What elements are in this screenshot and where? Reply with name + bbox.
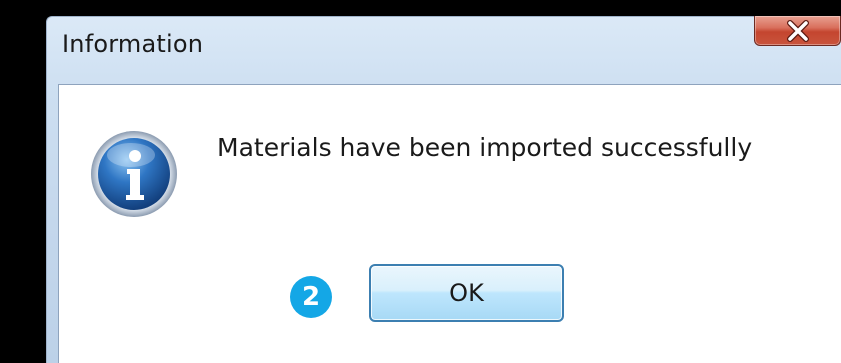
info-icon xyxy=(91,131,177,217)
ok-button[interactable]: OK xyxy=(369,264,564,322)
close-button[interactable] xyxy=(754,16,841,46)
window-title: Information xyxy=(62,30,204,58)
step-badge: 2 xyxy=(290,276,332,318)
close-icon xyxy=(786,19,809,42)
dialog-message: Materials have been imported successfull… xyxy=(217,133,753,162)
